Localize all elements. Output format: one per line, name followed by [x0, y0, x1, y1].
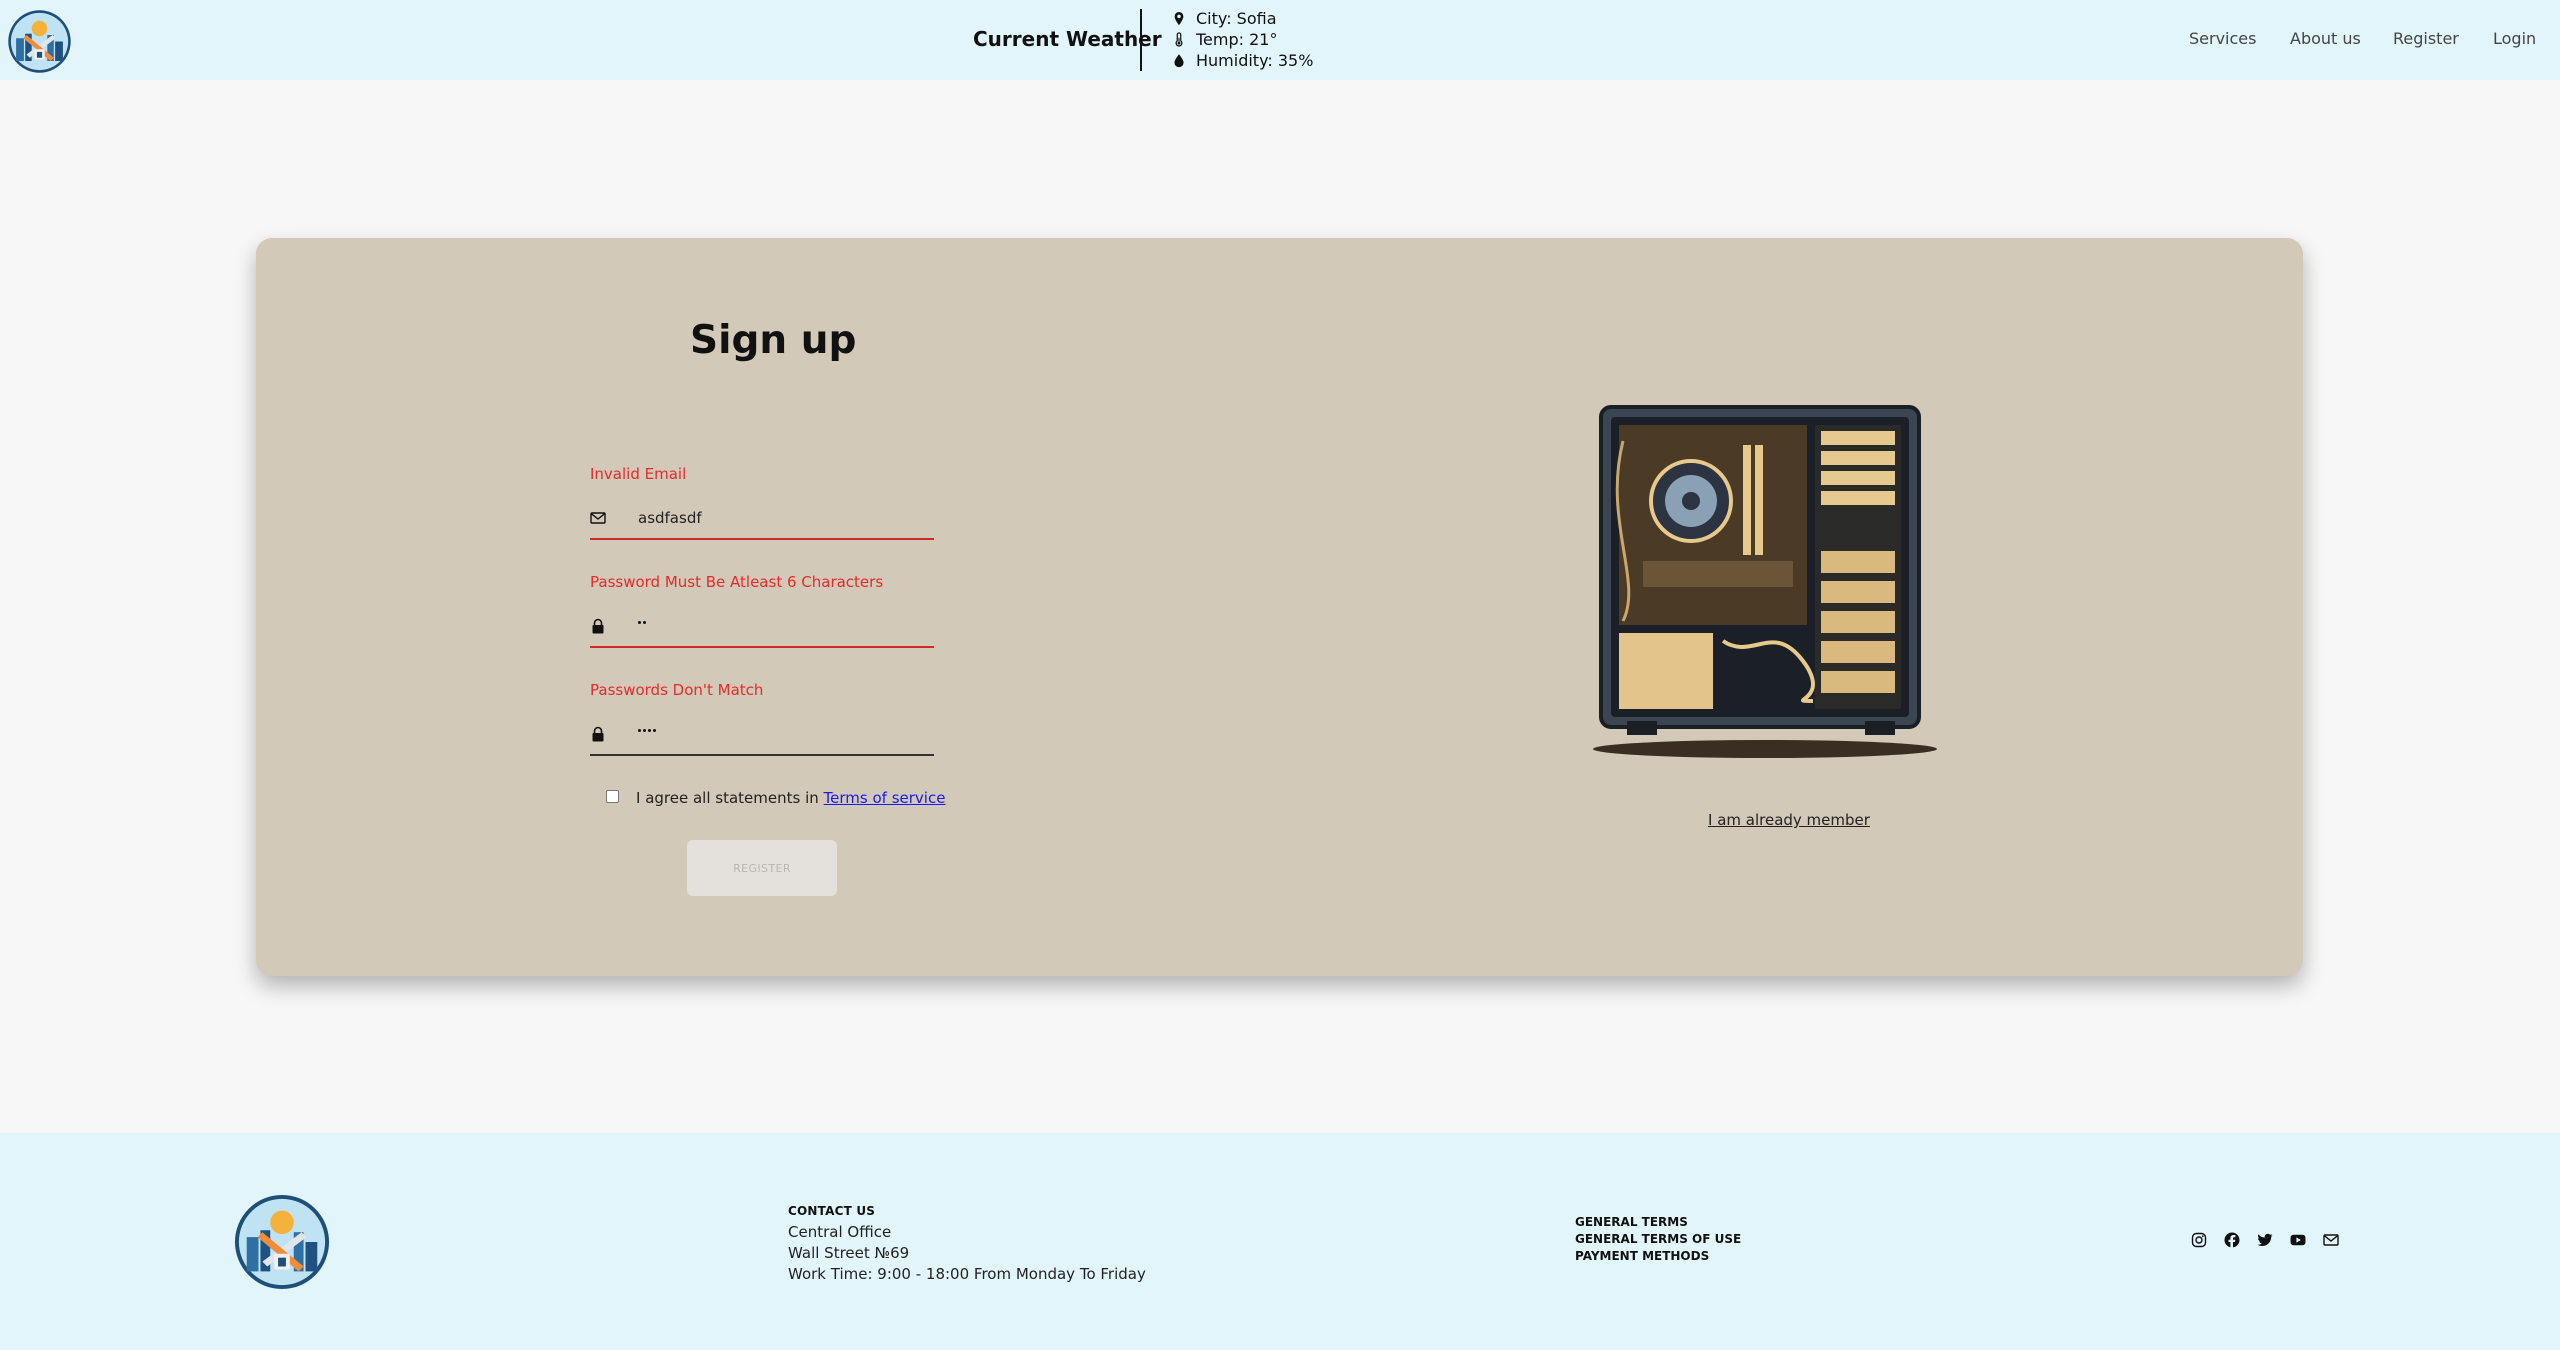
general-terms-of-use-link[interactable]: GENERAL TERMS OF USE — [1575, 1231, 1741, 1248]
nav-services[interactable]: Services — [2189, 29, 2256, 48]
pc-case-illustration — [1593, 405, 1937, 758]
site-header: Current Weather City: Sofia Temp: 21° Hu… — [0, 0, 2560, 80]
agree-text: I agree all statements in — [636, 789, 819, 807]
envelope-icon — [590, 512, 606, 524]
contact-block: CONTACT US Central Office Wall Street №6… — [788, 1201, 1146, 1285]
site-footer: CONTACT US Central Office Wall Street №6… — [0, 1133, 2560, 1350]
social-links — [2191, 1232, 2339, 1248]
confirm-password-underline — [590, 754, 934, 756]
password-mask-dot — [653, 729, 656, 732]
email-underline — [590, 538, 934, 540]
payment-methods-link[interactable]: PAYMENT METHODS — [1575, 1248, 1741, 1265]
contact-office: Central Office — [788, 1223, 892, 1241]
contact-heading: CONTACT US — [788, 1204, 876, 1218]
already-member-link[interactable]: I am already member — [1708, 811, 1870, 829]
instagram-icon[interactable] — [2191, 1232, 2207, 1248]
signup-card: Sign up Invalid Email asdfasdf Password … — [256, 238, 2303, 976]
confirm-password-dots — [638, 729, 656, 732]
password-mask-dot — [638, 621, 641, 624]
terms-links: GENERAL TERMS GENERAL TERMS OF USE PAYME… — [1575, 1214, 1741, 1265]
nav-about-us[interactable]: About us — [2290, 29, 2361, 48]
terms-of-service-link[interactable]: Terms of service — [824, 789, 946, 807]
password-error: Password Must Be Atleast 6 Characters — [590, 573, 884, 591]
site-logo[interactable] — [7, 9, 72, 74]
password-mask-dot — [643, 621, 646, 624]
page-title: Sign up — [690, 318, 857, 363]
mail-icon[interactable] — [2323, 1232, 2339, 1248]
nav-login[interactable]: Login — [2493, 29, 2536, 48]
password-underline — [590, 646, 934, 648]
password-dots — [638, 621, 646, 624]
lock-icon — [592, 726, 604, 742]
weather-temp-text: Temp: 21° — [1196, 30, 1278, 49]
weather-temp: Temp: 21° — [1172, 29, 1313, 50]
weather-city-text: City: Sofia — [1196, 9, 1277, 28]
agree-checkbox[interactable] — [606, 790, 619, 803]
email-field[interactable]: asdfasdf — [590, 500, 934, 540]
weather-title: Current Weather — [973, 27, 1162, 51]
facebook-icon[interactable] — [2224, 1232, 2240, 1248]
footer-logo[interactable] — [233, 1193, 331, 1291]
contact-street: Wall Street №69 — [788, 1244, 910, 1262]
weather-humidity-text: Humidity: 35% — [1196, 51, 1314, 70]
lock-icon — [592, 618, 604, 634]
youtube-icon[interactable] — [2290, 1232, 2306, 1248]
confirm-password-error: Passwords Don't Match — [590, 681, 764, 699]
email-error: Invalid Email — [590, 465, 687, 483]
general-terms-link[interactable]: GENERAL TERMS — [1575, 1214, 1741, 1231]
nav-register[interactable]: Register — [2393, 29, 2459, 48]
contact-hours: Work Time: 9:00 - 18:00 From Monday To F… — [788, 1265, 1146, 1283]
password-field[interactable] — [590, 608, 934, 648]
weather-city: City: Sofia — [1172, 8, 1313, 29]
agree-statement: I agree all statements in Terms of servi… — [636, 789, 945, 807]
weather-info: City: Sofia Temp: 21° Humidity: 35% — [1172, 8, 1313, 71]
thermometer-icon — [1175, 32, 1183, 47]
confirm-password-field[interactable] — [590, 716, 934, 756]
register-button[interactable]: REGISTER — [687, 840, 837, 896]
map-pin-icon — [1174, 11, 1184, 26]
twitter-icon[interactable] — [2257, 1232, 2273, 1248]
weather-divider — [1140, 9, 1142, 71]
weather-humidity: Humidity: 35% — [1172, 50, 1313, 71]
password-mask-dot — [638, 729, 641, 732]
droplet-icon — [1174, 54, 1184, 68]
password-mask-dot — [643, 729, 646, 732]
email-value: asdfasdf — [638, 509, 702, 527]
password-mask-dot — [648, 729, 651, 732]
